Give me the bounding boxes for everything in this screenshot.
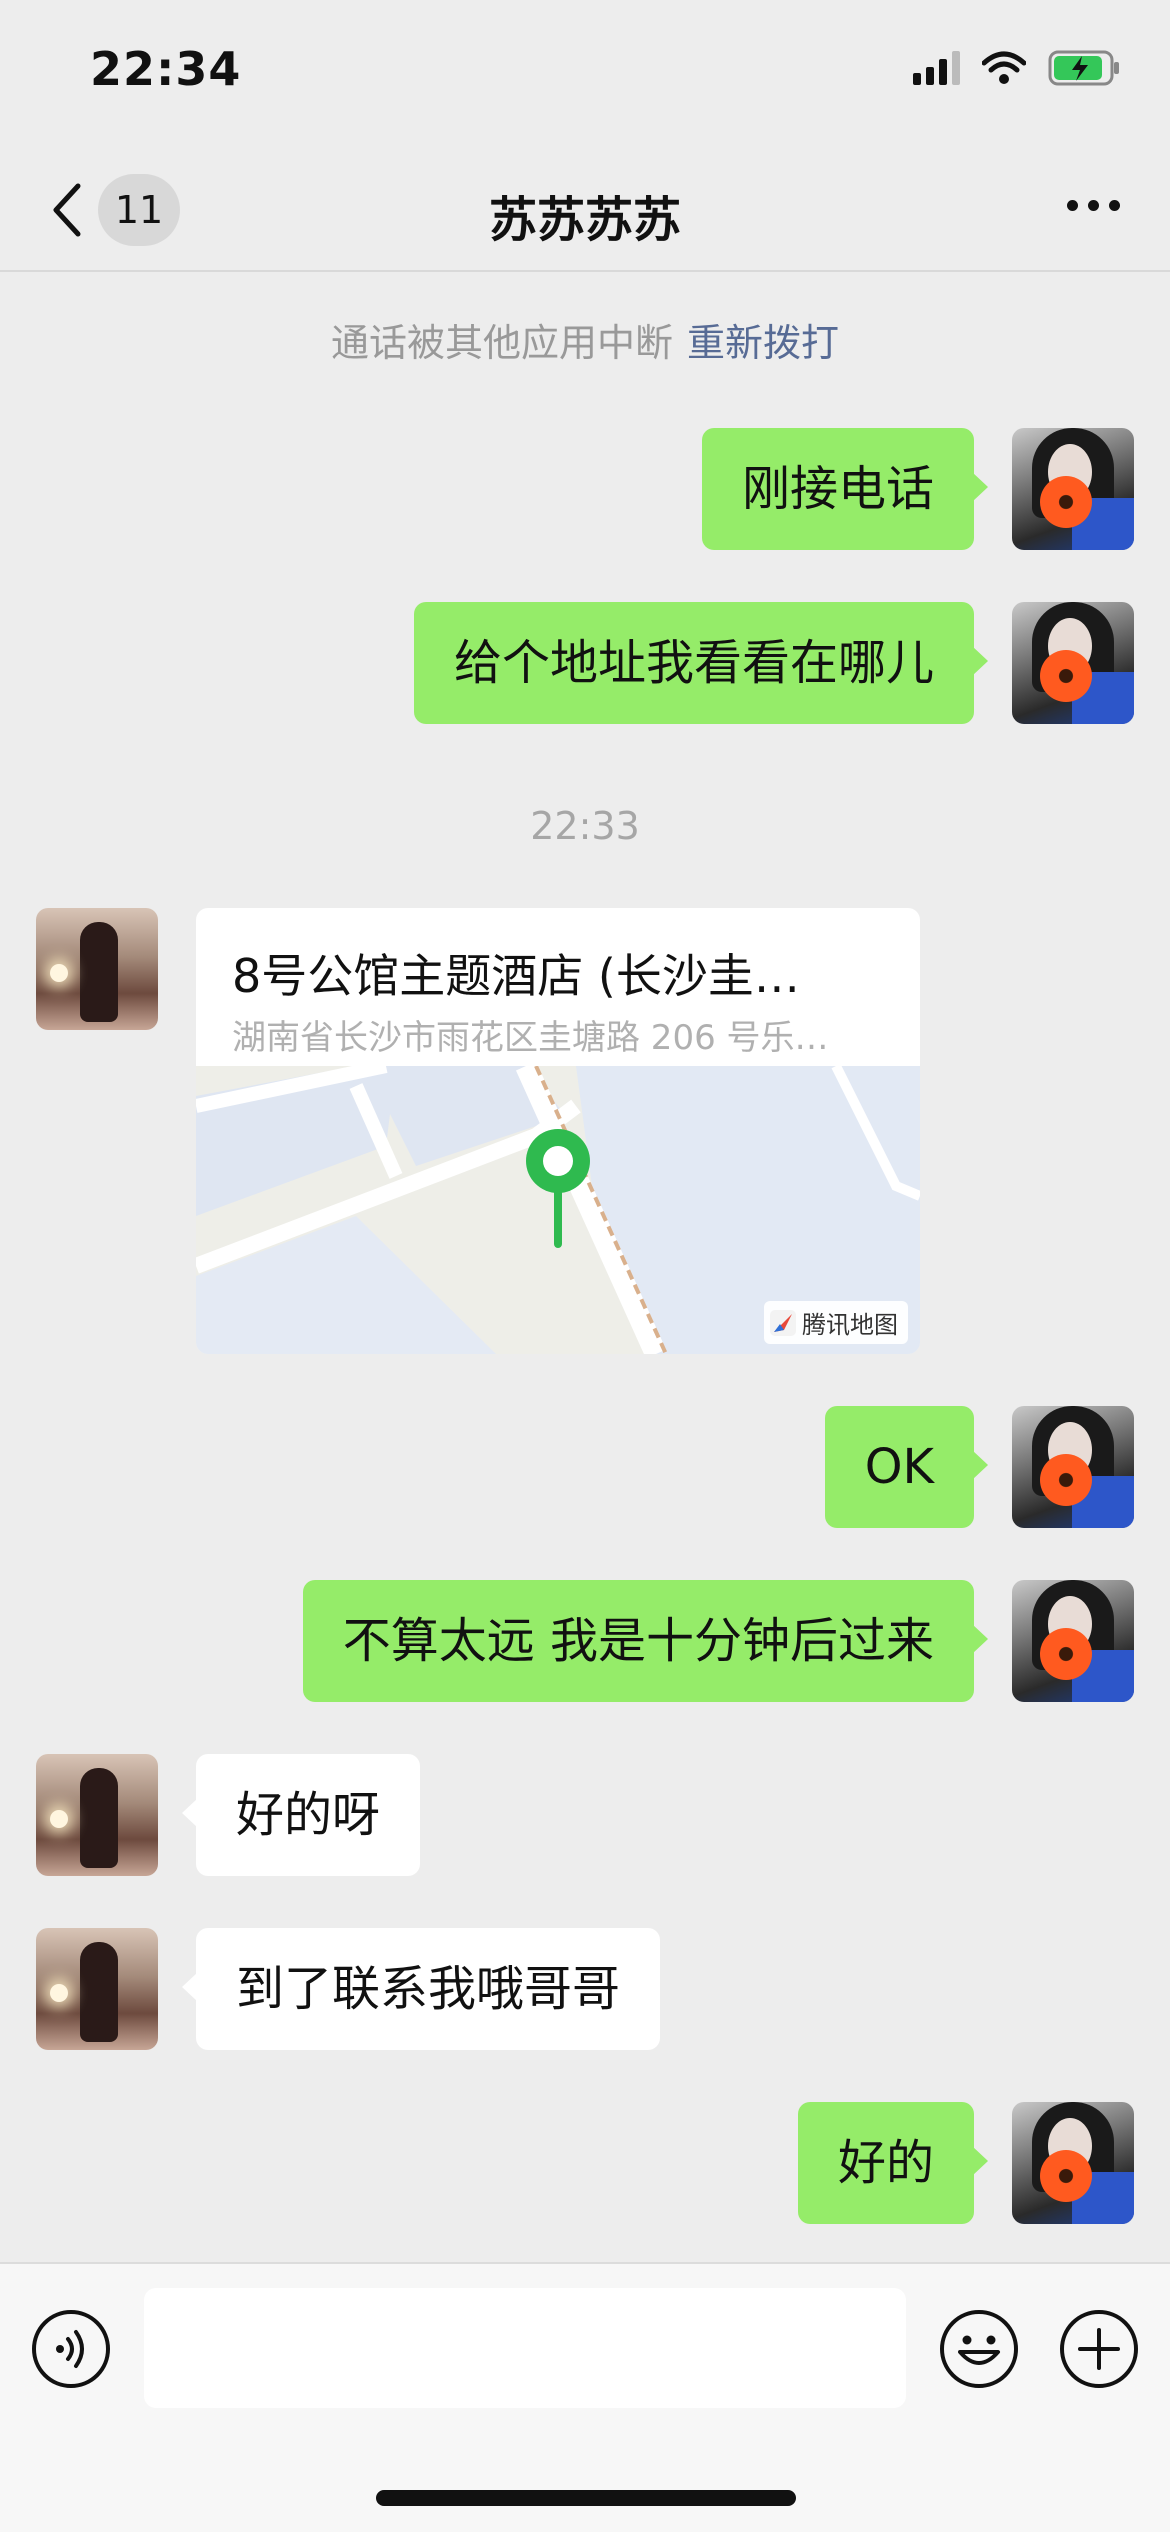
navbar: 11 苏苏苏苏 <box>0 150 1170 272</box>
home-indicator[interactable] <box>376 2490 796 2506</box>
signal-icon <box>913 51 960 85</box>
message-bubble[interactable]: 好的 <box>797 2102 989 2224</box>
map-provider-label: 腾讯地图 <box>802 1311 898 1339</box>
my-avatar[interactable] <box>1012 1580 1134 1702</box>
call-interrupted-note: 通话被其他应用中断 重新拨打 <box>0 312 1170 367</box>
my-avatar[interactable] <box>1012 2102 1134 2224</box>
status-time: 22:34 <box>90 42 242 96</box>
message-bubble[interactable]: 刚接电话 <box>701 428 989 550</box>
my-avatar[interactable] <box>1012 1406 1134 1528</box>
message-bubble[interactable]: 不算太远 我是十分钟后过来 <box>302 1580 989 1702</box>
redial-link[interactable]: 重新拨打 <box>687 321 839 365</box>
message-bubble[interactable]: OK <box>824 1406 989 1528</box>
location-title: 8号公馆主题酒店 (长沙圭… <box>232 949 800 1003</box>
message-bubble[interactable]: 到了联系我哦哥哥 <box>181 1928 661 2050</box>
my-avatar[interactable] <box>1012 428 1134 550</box>
my-avatar[interactable] <box>1012 602 1134 724</box>
status-icons <box>913 50 1120 86</box>
message-bubble[interactable]: 好的呀 <box>181 1754 421 1876</box>
contact-avatar[interactable] <box>36 1754 158 1876</box>
wifi-icon <box>982 51 1026 85</box>
tencent-map-icon <box>770 1309 796 1336</box>
contact-avatar[interactable] <box>36 908 158 1030</box>
timestamp: 22:33 <box>530 804 640 848</box>
location-card[interactable]: 8号公馆主题酒店 (长沙圭… 湖南省长沙市雨花区圭塘路 206 号乐… 腾讯地图 <box>196 908 920 1354</box>
chat-title: 苏苏苏苏 <box>488 192 681 248</box>
plus-icon[interactable] <box>1058 2308 1140 2390</box>
chat-screen: 22:34 11 苏苏苏苏 通话被其他应用中断 重新拨打 刚接电话 给个地址我看… <box>0 0 1170 2532</box>
more-icon[interactable] <box>1067 200 1120 211</box>
emoji-icon[interactable] <box>938 2308 1020 2390</box>
battery-icon <box>1048 50 1120 86</box>
message-input[interactable] <box>144 2288 906 2408</box>
location-address: 湖南省长沙市雨花区圭塘路 206 号乐… <box>232 1018 829 1058</box>
contact-avatar[interactable] <box>36 1928 158 2050</box>
map-provider-badge: 腾讯地图 <box>764 1301 908 1344</box>
message-bubble[interactable]: 给个地址我看看在哪儿 <box>413 602 989 724</box>
voice-icon[interactable] <box>30 2308 112 2390</box>
call-interrupted-text: 通话被其他应用中断 <box>330 321 673 365</box>
